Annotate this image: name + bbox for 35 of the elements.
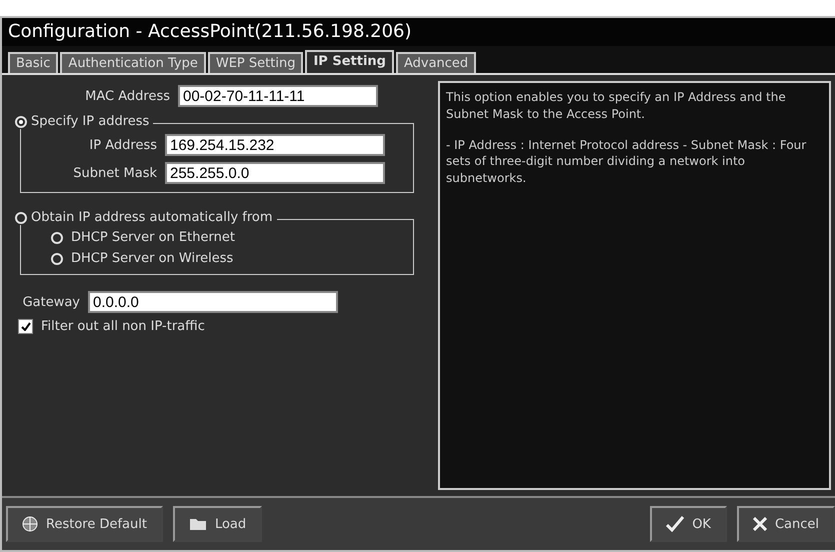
radio-label: Obtain IP address automatically from [31,210,273,225]
load-button[interactable]: Load [172,506,262,542]
tab[interactable]: IP Setting [305,50,394,73]
radio-label: DHCP Server on Wireless [71,251,234,266]
cancel-button[interactable]: Cancel [736,506,835,542]
checkbox-label: Filter out all non IP-traffic [41,319,205,334]
field-label: MAC Address [84,88,170,104]
radio-button[interactable] [15,116,27,128]
radio-button[interactable] [15,212,27,224]
input-field[interactable]: 00-02-70-11-11-11 [178,85,378,107]
checkmark-icon [20,322,30,331]
radio-label: Specify IP address [31,114,150,129]
input-field[interactable]: 169.254.15.232 [165,134,385,156]
folder-icon [188,517,207,531]
description-text: - IP Address : Internet Protocol address - Subnet Mask : Four sets of three-digit number dividing a network into subnetworks. [446,136,808,187]
globe-icon [22,516,38,532]
field-label: Subnet Mask [72,166,157,180]
input-field[interactable]: 255.255.0.0 [165,162,385,184]
radio-button[interactable] [51,252,63,264]
window-title: Configuration - AccessPoint(211.56.198.206) [2,18,835,46]
field-label: Gateway [22,294,80,310]
tab[interactable]: WEP Setting [208,52,304,73]
checkbox[interactable] [18,319,33,334]
restore-button[interactable]: Restore Default [6,506,163,542]
field-label: IP Address [88,138,157,152]
checkmark-icon [666,516,684,532]
ok-button[interactable]: OK [650,506,727,542]
tab[interactable]: Advanced [396,52,476,73]
radio-label: DHCP Server on Ethernet [71,230,235,245]
tab[interactable]: Basic [8,52,58,73]
input-field[interactable]: 0.0.0.0 [88,291,338,313]
description-text: This option enables you to specify an IP Address and the Subnet Mask to the Access Point. [446,89,787,123]
close-icon [752,517,767,531]
tab[interactable]: Authentication Type [60,52,206,73]
radio-button[interactable] [51,232,63,244]
